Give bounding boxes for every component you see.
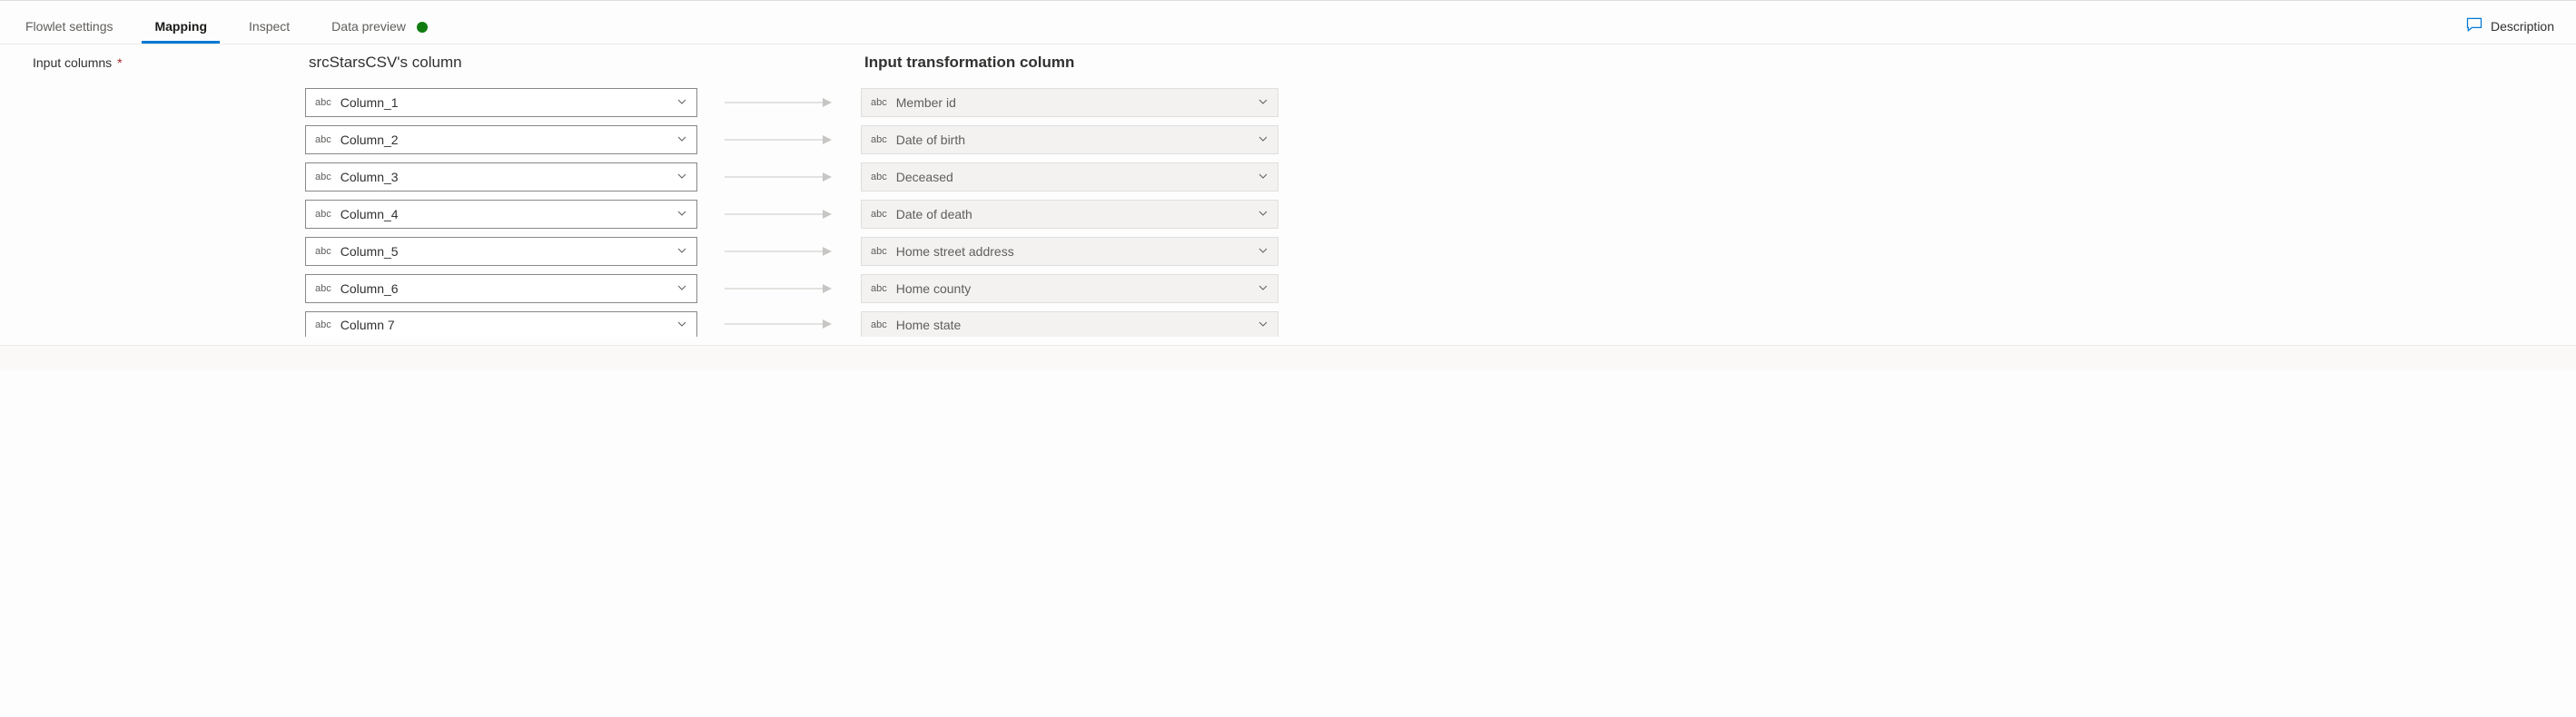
source-column-value: Column_5 <box>339 244 667 259</box>
target-column-dropdown[interactable]: abcHome county <box>861 274 1278 303</box>
target-column-value: Member id <box>894 95 1249 110</box>
input-columns-label: Input columns <box>33 55 112 70</box>
type-abc-icon: abc <box>862 134 894 145</box>
chevron-down-icon <box>667 281 696 296</box>
mapping-row: abcColumn_4abcDate of death <box>305 200 2563 229</box>
mapping-row: abcColumn_3abcDeceased <box>305 162 2563 192</box>
target-column-dropdown[interactable]: abcHome state <box>861 311 1278 337</box>
chevron-down-icon <box>667 207 696 221</box>
mapping-row: abcColumn_6abcHome county <box>305 274 2563 303</box>
bottom-status-bar <box>0 345 2576 370</box>
target-column-dropdown[interactable]: abcHome street address <box>861 237 1278 266</box>
type-abc-icon: abc <box>862 97 894 108</box>
source-column-header: srcStarsCSV's column <box>305 54 697 72</box>
mapping-arrow-icon <box>697 96 861 109</box>
target-column-value: Home street address <box>894 244 1249 259</box>
target-column-value: Date of birth <box>894 133 1249 147</box>
mapping-arrow-icon <box>697 282 861 295</box>
source-column-value: Column 7 <box>339 318 667 332</box>
source-column-value: Column_1 <box>339 95 667 110</box>
chevron-down-icon <box>1249 281 1278 296</box>
source-column-value: Column_3 <box>339 170 667 184</box>
type-abc-icon: abc <box>306 319 339 330</box>
chevron-down-icon <box>667 133 696 147</box>
type-abc-icon: abc <box>306 246 339 257</box>
description-label: Description <box>2491 19 2554 34</box>
mapping-arrow-icon <box>697 208 861 221</box>
tab-mapping[interactable]: Mapping <box>142 12 220 43</box>
target-column-dropdown[interactable]: abcDate of death <box>861 200 1278 229</box>
type-abc-icon: abc <box>306 283 339 294</box>
tab-flowlet-settings[interactable]: Flowlet settings <box>13 12 125 43</box>
target-column-header: Input transformation column <box>861 54 2563 72</box>
tab-data-preview[interactable]: Data preview <box>319 12 440 43</box>
target-column-value: Deceased <box>894 170 1249 184</box>
target-column-dropdown[interactable]: abcMember id <box>861 88 1278 117</box>
mapping-arrow-icon <box>697 171 861 183</box>
mapping-arrow-icon <box>697 245 861 258</box>
chevron-down-icon <box>1249 207 1278 221</box>
chevron-down-icon <box>1249 244 1278 259</box>
type-abc-icon: abc <box>862 246 894 257</box>
chevron-down-icon <box>1249 318 1278 332</box>
type-abc-icon: abc <box>862 319 894 330</box>
target-column-value: Date of death <box>894 207 1249 221</box>
data-preview-status-dot <box>417 22 428 33</box>
mapping-row: abcColumn 7abcHome state <box>305 311 2563 337</box>
description-button[interactable]: Description <box>2456 10 2563 44</box>
target-column-dropdown[interactable]: abcDate of birth <box>861 125 1278 154</box>
tab-data-preview-label: Data preview <box>331 19 406 34</box>
target-column-value: Home state <box>894 318 1249 332</box>
type-abc-icon: abc <box>306 97 339 108</box>
tab-bar: Flowlet settings Mapping Inspect Data pr… <box>0 6 2576 44</box>
target-column-value: Home county <box>894 281 1249 296</box>
mapping-arrow-icon <box>697 133 861 146</box>
comment-icon <box>2465 15 2483 36</box>
type-abc-icon: abc <box>306 209 339 220</box>
required-asterisk: * <box>117 55 122 70</box>
mapping-arrow-icon <box>697 318 861 330</box>
source-column-value: Column_2 <box>339 133 667 147</box>
chevron-down-icon <box>667 170 696 184</box>
target-column-dropdown[interactable]: abcDeceased <box>861 162 1278 192</box>
chevron-down-icon <box>1249 95 1278 110</box>
chevron-down-icon <box>1249 170 1278 184</box>
mapping-row: abcColumn_1abcMember id <box>305 88 2563 117</box>
source-column-value: Column_4 <box>339 207 667 221</box>
chevron-down-icon <box>667 244 696 259</box>
type-abc-icon: abc <box>862 172 894 182</box>
type-abc-icon: abc <box>862 283 894 294</box>
source-column-dropdown[interactable]: abcColumn_3 <box>305 162 697 192</box>
chevron-down-icon <box>667 318 696 332</box>
type-abc-icon: abc <box>862 209 894 220</box>
chevron-down-icon <box>667 95 696 110</box>
source-column-value: Column_6 <box>339 281 667 296</box>
mapping-row: abcColumn_5abcHome street address <box>305 237 2563 266</box>
source-column-dropdown[interactable]: abcColumn_1 <box>305 88 697 117</box>
source-column-dropdown[interactable]: abcColumn 7 <box>305 311 697 337</box>
chevron-down-icon <box>1249 133 1278 147</box>
source-column-dropdown[interactable]: abcColumn_5 <box>305 237 697 266</box>
type-abc-icon: abc <box>306 134 339 145</box>
mapping-row: abcColumn_2abcDate of birth <box>305 125 2563 154</box>
type-abc-icon: abc <box>306 172 339 182</box>
source-column-dropdown[interactable]: abcColumn_4 <box>305 200 697 229</box>
source-column-dropdown[interactable]: abcColumn_6 <box>305 274 697 303</box>
tab-inspect[interactable]: Inspect <box>236 12 302 43</box>
source-column-dropdown[interactable]: abcColumn_2 <box>305 125 697 154</box>
